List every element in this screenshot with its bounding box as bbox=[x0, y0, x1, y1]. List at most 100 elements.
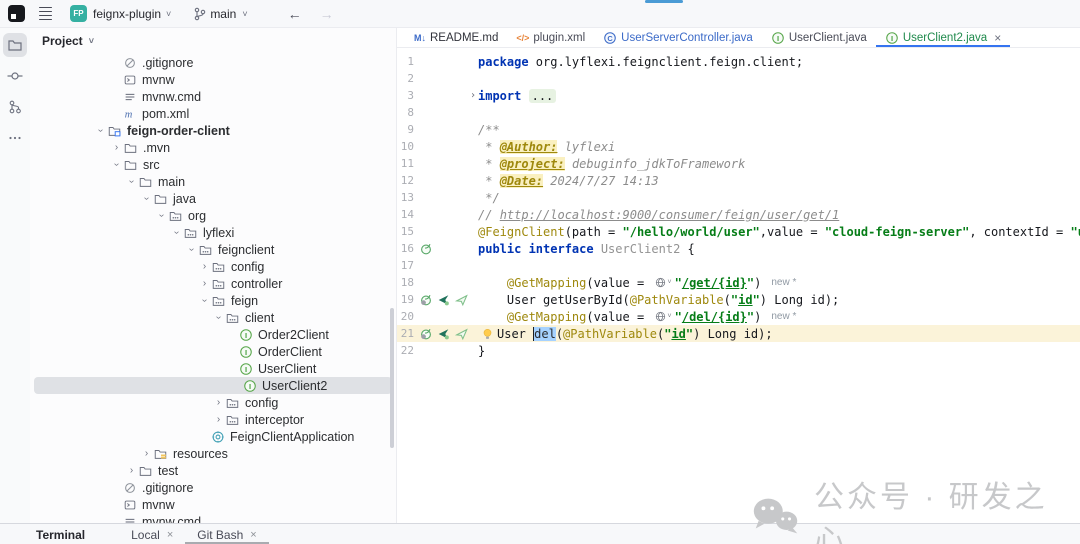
project-name[interactable]: feignx-plugin bbox=[93, 7, 161, 21]
tab-README.md[interactable]: M↓README.md bbox=[405, 28, 507, 47]
tree-item-mvnw[interactable]: mvnw bbox=[30, 71, 396, 88]
tree-item-feign-order-client[interactable]: ›feign-order-client bbox=[30, 122, 396, 139]
tree-item-mvnw.cmd[interactable]: mvnw.cmd bbox=[30, 513, 396, 523]
tree-item-.gitignore[interactable]: .gitignore bbox=[30, 54, 396, 71]
code-editor[interactable]: 1package org.lyflexi.feignclient.feign.c… bbox=[397, 48, 1080, 523]
chevron-right-icon[interactable]: › bbox=[198, 278, 211, 289]
project-badge[interactable]: FP bbox=[70, 5, 87, 22]
main-menu-icon[interactable] bbox=[39, 7, 52, 20]
tree-item-UserClient[interactable]: IUserClient bbox=[30, 360, 396, 377]
tree-item-org[interactable]: ›org bbox=[30, 207, 396, 224]
chevron-right-icon[interactable]: › bbox=[140, 448, 153, 459]
panel-scrollbar[interactable] bbox=[390, 308, 394, 448]
code-line-18[interactable]: 18 @GetMapping(value = ˅"/get/{id}")new … bbox=[397, 274, 1080, 291]
code-line-8[interactable]: 8 bbox=[397, 104, 1080, 121]
tree-item-lyflexi[interactable]: ›lyflexi bbox=[30, 224, 396, 241]
toolstrip-commit-button[interactable] bbox=[3, 64, 27, 88]
tree-item-main[interactable]: ›main bbox=[30, 173, 396, 190]
chevron-right-icon[interactable]: › bbox=[110, 142, 123, 153]
code-line-11[interactable]: 11 * @project: debuginfo_jdkToFramework bbox=[397, 155, 1080, 172]
chevron-down-icon[interactable]: ˅ bbox=[166, 9, 171, 19]
code-line-17[interactable]: 17 bbox=[397, 257, 1080, 274]
toolstrip-more-button[interactable] bbox=[3, 126, 27, 150]
close-icon[interactable]: × bbox=[250, 529, 256, 541]
code-line-20[interactable]: 20 @GetMapping(value = ˅"/del/{id}")new … bbox=[397, 308, 1080, 325]
terminal-tab-git-bash[interactable]: Git Bash × bbox=[185, 524, 268, 544]
tree-item-interceptor[interactable]: ›interceptor bbox=[30, 411, 396, 428]
code-line-10[interactable]: 10 * @Author: lyflexi bbox=[397, 138, 1080, 155]
tree-item-pom.xml[interactable]: mpom.xml bbox=[30, 105, 396, 122]
forward-button[interactable]: → bbox=[320, 6, 334, 22]
chevron-right-icon[interactable]: › bbox=[125, 465, 138, 476]
toolstrip-vcs-structure-button[interactable] bbox=[3, 95, 27, 119]
chevron-right-icon[interactable]: › bbox=[198, 261, 211, 272]
code-line-13[interactable]: 13 */ bbox=[397, 189, 1080, 206]
tree-item-java[interactable]: ›java bbox=[30, 190, 396, 207]
tree-item-mvnw.cmd[interactable]: mvnw.cmd bbox=[30, 88, 396, 105]
tab-UserClient2.java[interactable]: IUserClient2.java× bbox=[876, 28, 1010, 47]
spring-bean-dim-icon[interactable] bbox=[419, 327, 433, 341]
tree-item-config[interactable]: ›config bbox=[30, 258, 396, 275]
tree-item-.mvn[interactable]: ›.mvn bbox=[30, 139, 396, 156]
code-line-1[interactable]: 1package org.lyflexi.feignclient.feign.c… bbox=[397, 53, 1080, 70]
chevron-down-icon[interactable]: › bbox=[213, 311, 224, 324]
tree-item-feign[interactable]: ›feign bbox=[30, 292, 396, 309]
chevron-down-icon[interactable]: › bbox=[141, 192, 152, 205]
branch-widget[interactable]: main ˅ bbox=[193, 7, 261, 21]
line-number: 17 bbox=[397, 259, 414, 272]
code-line-14[interactable]: 14// http://localhost:9000/consumer/feig… bbox=[397, 206, 1080, 223]
app-logo-icon[interactable] bbox=[8, 5, 25, 22]
feign-client-icon[interactable] bbox=[436, 327, 451, 341]
code-line-12[interactable]: 12 * @Date: 2024/7/27 14:13 bbox=[397, 172, 1080, 189]
code-line-22[interactable]: 22} bbox=[397, 342, 1080, 359]
chevron-down-icon[interactable]: › bbox=[95, 124, 106, 137]
code-line-2[interactable]: 2 bbox=[397, 70, 1080, 87]
tab-plugin.xml[interactable]: </>plugin.xml bbox=[507, 28, 594, 47]
chevron-right-icon[interactable]: › bbox=[212, 414, 225, 425]
chevron-right-icon[interactable]: › bbox=[212, 397, 225, 408]
tree-item-OrderClient[interactable]: IOrderClient bbox=[30, 343, 396, 360]
terminal-label[interactable]: Terminal bbox=[36, 524, 85, 544]
code-line-3[interactable]: 3›import ... bbox=[397, 87, 1080, 104]
tree-item-mvnw[interactable]: mvnw bbox=[30, 496, 396, 513]
tab-UserServerController.java[interactable]: CUserServerController.java bbox=[594, 28, 762, 47]
feign-client-icon[interactable] bbox=[436, 293, 451, 307]
tree-item-client[interactable]: ›client bbox=[30, 309, 396, 326]
code-line-9[interactable]: 9/** bbox=[397, 121, 1080, 138]
toolstrip-project-folder-button[interactable] bbox=[3, 33, 27, 57]
spring-bean-dim-icon[interactable] bbox=[419, 293, 433, 307]
chevron-down-icon[interactable]: › bbox=[111, 158, 122, 171]
chevron-down-icon[interactable]: › bbox=[186, 243, 197, 256]
tree-item-controller[interactable]: ›controller bbox=[30, 275, 396, 292]
tree-item-src[interactable]: ›src bbox=[30, 156, 396, 173]
tree-item-config[interactable]: ›config bbox=[30, 394, 396, 411]
tree-item-.gitignore[interactable]: .gitignore bbox=[30, 479, 396, 496]
tree-item-test[interactable]: ›test bbox=[30, 462, 396, 479]
close-icon[interactable]: × bbox=[167, 529, 173, 541]
chevron-down-icon[interactable]: › bbox=[199, 294, 210, 307]
chevron-down-icon[interactable]: › bbox=[171, 226, 182, 239]
tab-UserClient.java[interactable]: IUserClient.java bbox=[762, 28, 876, 47]
tree-item-feignclient[interactable]: ›feignclient bbox=[30, 241, 396, 258]
tree-item-resources[interactable]: ›resources bbox=[30, 445, 396, 462]
fold-arrow-icon[interactable]: › bbox=[470, 90, 476, 101]
code-line-21[interactable]: 21User del(@PathVariable("id") Long id); bbox=[397, 325, 1080, 342]
tree-item-FeignClientApplication[interactable]: FeignClientApplication bbox=[30, 428, 396, 445]
close-icon[interactable]: × bbox=[994, 31, 1001, 45]
chevron-down-icon[interactable]: ˅ bbox=[89, 36, 94, 46]
navigate-endpoint-icon[interactable] bbox=[454, 327, 469, 341]
code-line-16[interactable]: 16public interface UserClient2 { bbox=[397, 240, 1080, 257]
code-line-15[interactable]: 15@FeignClient(path = "/hello/world/user… bbox=[397, 223, 1080, 240]
svg-text:I: I bbox=[245, 330, 247, 339]
spring-bean-icon[interactable] bbox=[419, 242, 433, 256]
tree-item-UserClient2[interactable]: IUserClient2 bbox=[34, 377, 392, 394]
navigate-endpoint-icon[interactable] bbox=[454, 293, 469, 307]
project-panel-header[interactable]: Project ˅ bbox=[30, 28, 396, 54]
terminal-tab-local[interactable]: Local × bbox=[119, 524, 185, 544]
code-line-19[interactable]: 19 User getUserById(@PathVariable("id") … bbox=[397, 291, 1080, 308]
chevron-down-icon[interactable]: › bbox=[126, 175, 137, 188]
tree-item-Order2Client[interactable]: IOrder2Client bbox=[30, 326, 396, 343]
bulb-icon[interactable] bbox=[481, 327, 494, 341]
chevron-down-icon[interactable]: › bbox=[156, 209, 167, 222]
back-button[interactable]: ← bbox=[288, 6, 302, 22]
